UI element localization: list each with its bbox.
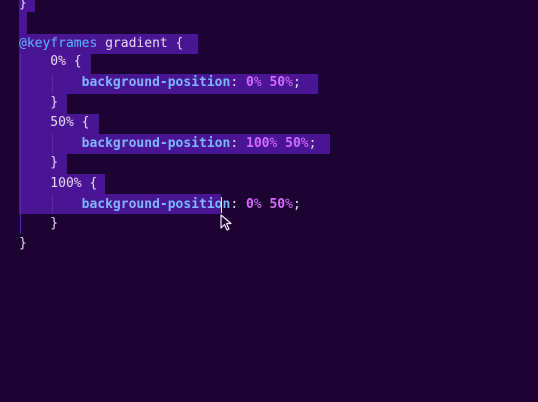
- code-token: ;: [292, 75, 301, 90]
- mouse-pointer-icon: [220, 214, 232, 231]
- code-token: }: [19, 155, 59, 170]
- code-line[interactable]: }: [19, 234, 27, 254]
- selection-highlight: [19, 12, 27, 34]
- code-token: 0: [246, 75, 254, 90]
- code-line[interactable]: @keyframes gradient {: [19, 34, 183, 54]
- code-token: :: [230, 75, 246, 90]
- code-line[interactable]: }: [19, 214, 58, 234]
- code-token: 0: [246, 197, 254, 212]
- code-token: %: [285, 197, 293, 212]
- code-token: 0% {: [19, 54, 82, 69]
- code-line[interactable]: 0% {: [19, 52, 82, 72]
- code-token: 50: [269, 197, 286, 212]
- code-token: 100: [246, 136, 270, 151]
- code-token: @keyframes: [19, 36, 98, 51]
- code-token: 100% {: [19, 176, 98, 191]
- code-token: }: [19, 95, 59, 110]
- code-token: gradient {: [97, 36, 184, 51]
- code-editor[interactable]: } @keyframes gradient { 0% { background-…: [0, 0, 538, 402]
- code-line[interactable]: }: [19, 153, 58, 173]
- code-token: %: [253, 75, 262, 90]
- code-token: :: [230, 197, 246, 212]
- code-token: %: [300, 136, 309, 151]
- code-line[interactable]: background-position: 0% 50%;: [19, 73, 301, 93]
- code-token: background-position: [81, 75, 231, 90]
- code-token: }: [19, 0, 27, 11]
- code-token: 50: [285, 136, 301, 151]
- code-line[interactable]: }: [19, 0, 27, 14]
- text-caret: [221, 197, 222, 213]
- code-line[interactable]: }: [19, 93, 58, 113]
- code-token: %: [285, 75, 293, 90]
- code-token: 50: [269, 75, 286, 90]
- code-token: ;: [292, 197, 301, 212]
- code-token: }: [19, 216, 59, 231]
- code-line[interactable]: 50% {: [19, 113, 89, 133]
- code-line[interactable]: 100% {: [19, 174, 97, 194]
- code-token: ;: [308, 136, 317, 151]
- code-line[interactable]: background-position: 0% 50%;: [19, 195, 301, 215]
- code-token: 50% {: [19, 115, 90, 130]
- code-token: background-position: [81, 197, 231, 212]
- code-token: }: [19, 236, 27, 251]
- code-token: :: [230, 136, 246, 151]
- code-token: %: [253, 197, 262, 212]
- code-line[interactable]: background-position: 100% 50%;: [19, 134, 317, 154]
- code-token: background-position: [81, 136, 231, 151]
